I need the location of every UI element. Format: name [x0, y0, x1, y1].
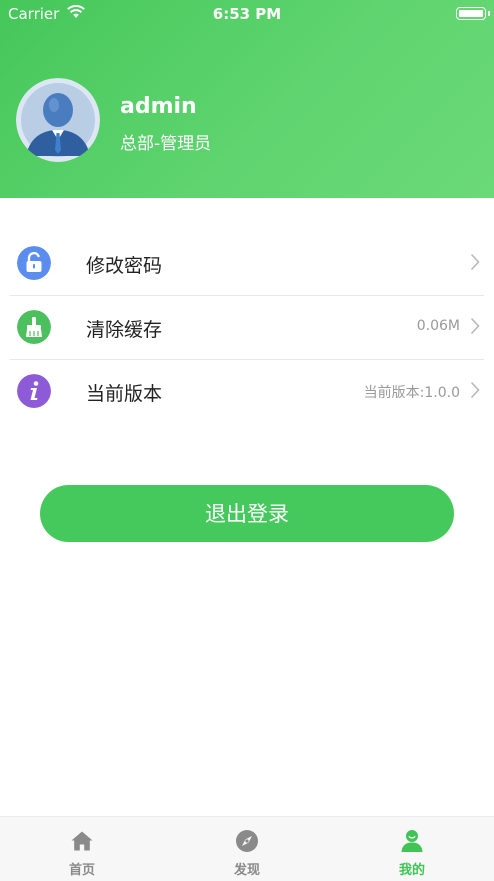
cache-size-value: 0.06M [416, 318, 460, 334]
version-value: 当前版本:1.0.0 [363, 385, 460, 401]
tab-discover[interactable]: 发现 [165, 817, 329, 881]
battery-tip [488, 11, 490, 16]
lock-icon [17, 246, 51, 280]
clock: 6:53 PM [212, 5, 282, 23]
chevron-right-icon [470, 381, 480, 399]
battery-icon [456, 7, 486, 20]
compass-icon [236, 830, 258, 852]
chevron-right-icon [470, 253, 480, 271]
tab-label: 发现 [233, 863, 260, 878]
menu-item-label: 当前版本 [86, 383, 163, 405]
chevron-right-icon [470, 317, 480, 335]
home-icon [71, 831, 93, 851]
avatar[interactable] [16, 78, 100, 162]
broom-icon [17, 310, 51, 344]
menu-item-label: 清除缓存 [86, 319, 163, 341]
username: admin [120, 94, 197, 119]
tab-bar: 首页 发现 我的 [0, 816, 494, 881]
logout-button[interactable]: 退出登录 [40, 485, 454, 542]
menu-item-change-password[interactable]: 修改密码 [0, 232, 494, 296]
status-bar: Carrier 6:53 PM [0, 0, 494, 28]
tab-mine[interactable]: 我的 [330, 817, 494, 881]
profile-header: Carrier 6:53 PM admin 总部-管理员 [0, 0, 494, 198]
tab-label: 我的 [398, 863, 425, 878]
tab-label: 首页 [68, 863, 95, 878]
info-icon [17, 374, 51, 408]
person-icon [401, 830, 423, 852]
menu-item-label: 修改密码 [86, 255, 163, 277]
user-role: 总部-管理员 [120, 134, 212, 154]
settings-menu: 修改密码 清除缓存 0.06M 当前版本 当前版本:1.0.0 [0, 232, 494, 424]
user-avatar-icon [16, 78, 100, 162]
tab-home[interactable]: 首页 [0, 817, 164, 881]
menu-item-clear-cache[interactable]: 清除缓存 0.06M [0, 296, 494, 360]
menu-item-version[interactable]: 当前版本 当前版本:1.0.0 [0, 360, 494, 424]
